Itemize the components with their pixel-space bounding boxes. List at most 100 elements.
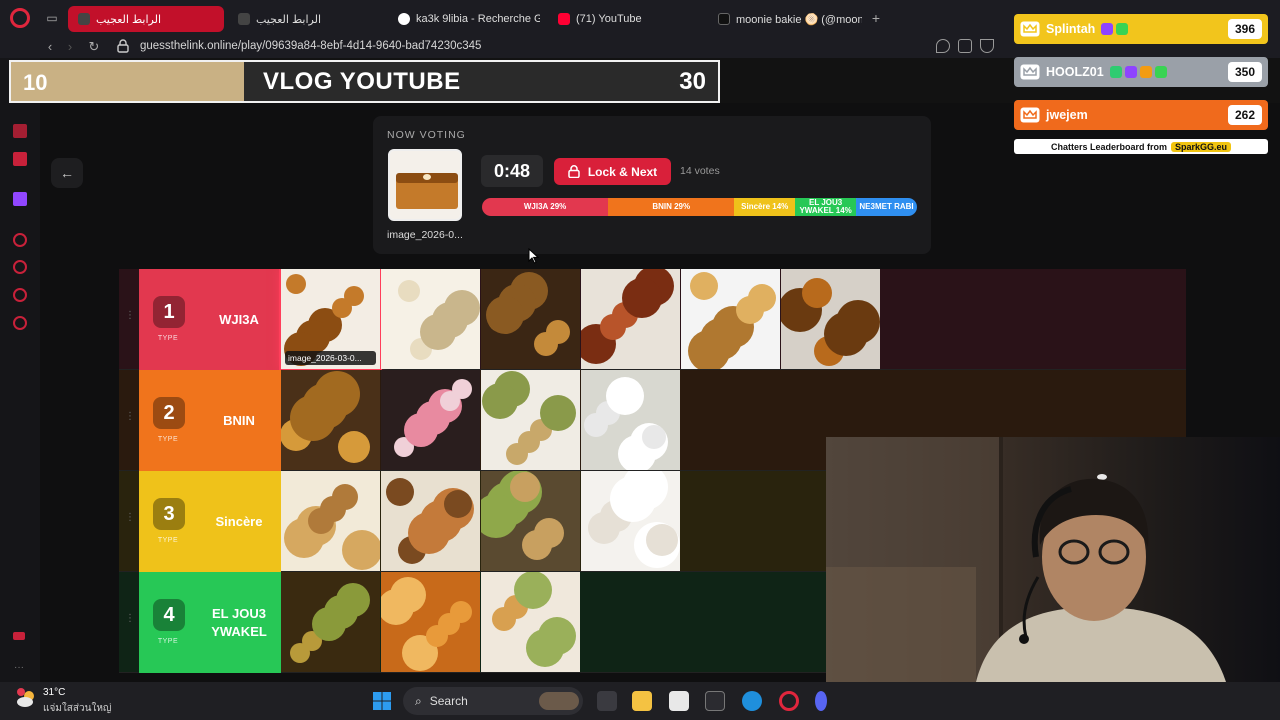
shield-icon[interactable] (980, 39, 994, 53)
forward-arrow-icon[interactable]: › (62, 39, 78, 55)
tab-1[interactable]: الرابط العجيب (68, 6, 224, 32)
webcam-feed (826, 437, 1280, 682)
tab-label: ka3k 9libia - Recherche G (416, 13, 540, 25)
history-icon[interactable] (13, 260, 27, 274)
item-caption: image_2026-03-0... (285, 351, 376, 365)
badge-icon (1139, 66, 1152, 78)
tiktok-favicon-icon (718, 13, 730, 25)
drag-handle-icon[interactable]: ⋮⋮ (125, 311, 145, 327)
taskbar-search-label: Search (429, 694, 468, 708)
arrow-left-icon: ← (60, 165, 74, 181)
url-field[interactable]: guessthelink.online/play/09639a84-8ebf-4… (140, 40, 481, 52)
drag-handle-icon[interactable]: ⋮⋮ (125, 412, 145, 428)
tier-item-image[interactable] (681, 269, 780, 369)
tab-3[interactable]: ka3k 9libia - Recherche G (388, 6, 540, 32)
discord-icon[interactable] (815, 691, 827, 711)
tab-label: (71) YouTube (576, 13, 642, 25)
lock-next-button[interactable]: Lock & Next (554, 158, 671, 185)
settings-gear-icon[interactable] (13, 316, 27, 330)
leaderboard-score: 396 (1228, 19, 1262, 39)
tier-number-cell: 4 TYPE (139, 572, 197, 673)
messenger-icon[interactable] (13, 152, 27, 166)
tier-item-image[interactable] (581, 471, 680, 571)
tab-2[interactable]: الرابط العجيب (228, 6, 378, 32)
tier-item-image[interactable] (381, 269, 480, 369)
edge-icon[interactable] (742, 691, 762, 711)
tier-item-image[interactable] (281, 370, 380, 470)
tab-label: moonie bakie 🫓 (@moonie (736, 13, 862, 26)
new-tab-plus-icon[interactable]: + (868, 10, 884, 26)
score-banner: 10 VLOG YOUTUBE 30 (9, 60, 720, 103)
banner-left-score: 10 (23, 70, 48, 95)
tier-item-image[interactable] (381, 572, 480, 672)
pin-icon[interactable] (936, 39, 950, 53)
voting-item-name: image_2026-0... (387, 229, 463, 241)
tier-item-image[interactable] (381, 471, 480, 571)
reload-icon[interactable]: ↻ (86, 39, 102, 55)
tier-number: 3 (153, 498, 185, 530)
tier-item-image[interactable] (481, 269, 580, 369)
tier-name[interactable]: WJI3A (197, 269, 281, 370)
leaderboard-row: jwejem 262 (1014, 100, 1268, 130)
opera-gx-icon[interactable] (779, 691, 799, 711)
tab-label: الرابط العجيب (96, 13, 162, 26)
banner-title: VLOG YOUTUBE (263, 68, 461, 95)
file-explorer-icon[interactable] (632, 691, 652, 711)
tab-islands-icon[interactable]: ▭ (44, 10, 60, 26)
tier-item-image[interactable] (481, 370, 580, 470)
tier-name[interactable]: Sincère (197, 471, 281, 572)
tier-name[interactable]: EL JOU3 YWAKEL (197, 572, 281, 673)
leaderboard-score: 350 (1228, 62, 1262, 82)
badge-icon (1109, 66, 1122, 78)
opera-logo-icon[interactable] (10, 8, 30, 28)
vote-timer: 0:48 (481, 155, 543, 187)
site-favicon-icon (78, 13, 90, 25)
tier-item-image[interactable]: image_2026-03-0... (279, 269, 382, 371)
extensions-icon[interactable] (13, 288, 27, 302)
more-dots-icon[interactable]: ··· (14, 662, 24, 673)
weather-cloud-icon[interactable] (16, 688, 38, 710)
leaderboard-footer: Chatters Leaderboard from SparkGG.eu (1014, 139, 1268, 154)
search-icon: ⌕ (415, 693, 422, 708)
tier-type-label: TYPE (157, 537, 179, 544)
leaderboard-name: Splintah (1046, 22, 1096, 36)
tier-item-image[interactable] (381, 370, 480, 470)
taskbar-search[interactable]: ⌕ Search (403, 687, 583, 715)
aria-icon[interactable] (13, 124, 27, 138)
windows-start-icon[interactable] (372, 691, 392, 711)
player-icon[interactable] (13, 233, 27, 247)
twitch-icon[interactable] (13, 192, 27, 206)
tier-name[interactable]: BNIN (197, 370, 281, 471)
task-view-icon[interactable] (597, 691, 617, 711)
back-arrow-icon[interactable]: ‹ (42, 39, 58, 55)
gx-icon[interactable] (13, 632, 25, 640)
crown-icon (1020, 107, 1040, 123)
app-icon[interactable] (705, 691, 725, 711)
mouse-cursor-icon (528, 248, 540, 264)
leaderboard-row: HOOLZ01 350 (1014, 57, 1268, 87)
back-button[interactable]: ← (51, 158, 83, 188)
crown-icon (1020, 64, 1040, 80)
vote-segment: BNIN 29% (608, 198, 735, 216)
tier-item-image[interactable] (481, 572, 580, 672)
drag-handle-icon[interactable]: ⋮⋮ (125, 513, 145, 529)
leaderboard-badges (1109, 66, 1167, 78)
weather-temperature: 31°C (43, 687, 66, 698)
padlock-icon (568, 165, 580, 178)
snapshot-icon[interactable] (958, 39, 972, 53)
tier-item-image[interactable] (281, 471, 380, 571)
votes-count: 14 votes (680, 165, 720, 177)
drag-handle-icon[interactable]: ⋮⋮ (125, 614, 145, 630)
tier-item-image[interactable] (281, 572, 380, 672)
badge-icon (1101, 23, 1114, 35)
crown-icon (1020, 21, 1040, 37)
leaderboard-badges (1101, 23, 1129, 35)
tier-row: ⋮⋮ 1 TYPE WJI3A image_2026-03-0... (119, 269, 1186, 371)
tier-item-image[interactable] (481, 471, 580, 571)
tier-item-image[interactable] (581, 269, 680, 369)
tier-item-image[interactable] (581, 370, 680, 470)
tab-4[interactable]: (71) YouTube (548, 6, 698, 32)
store-icon[interactable] (669, 691, 689, 711)
tier-item-image[interactable] (781, 269, 880, 369)
tab-5[interactable]: moonie bakie 🫓 (@moonie (708, 6, 862, 32)
